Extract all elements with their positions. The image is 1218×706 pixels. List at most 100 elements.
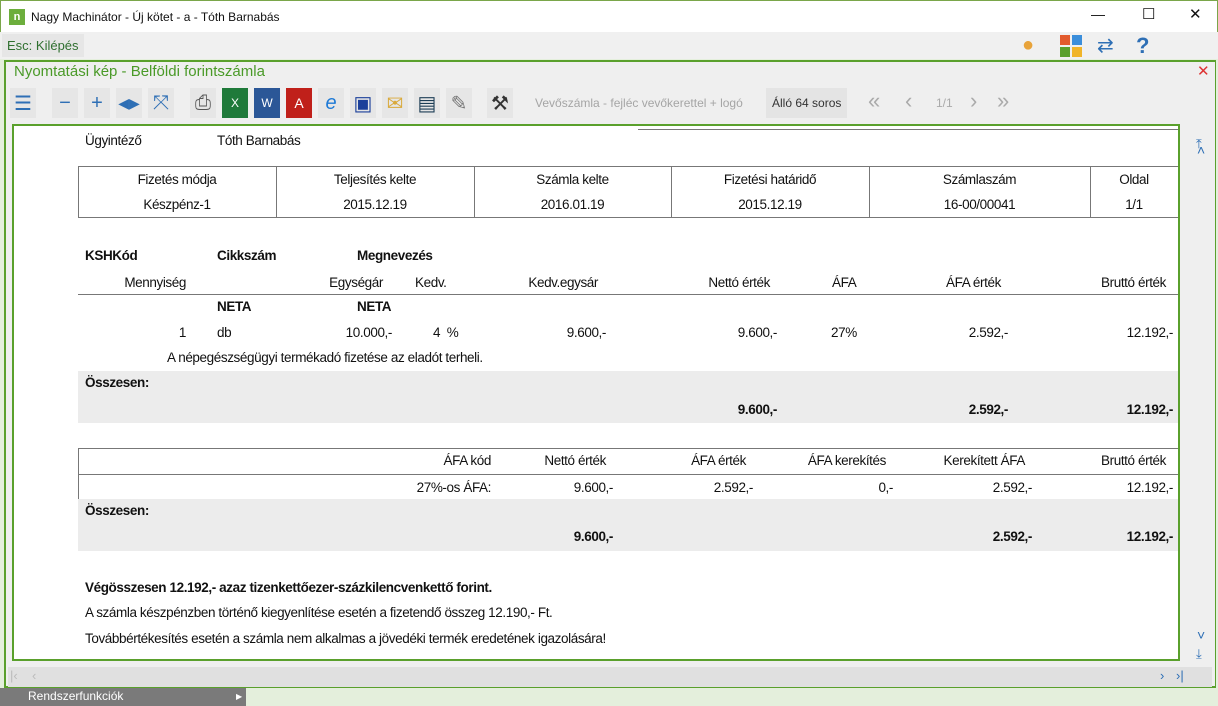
word-icon[interactable]: W bbox=[254, 88, 280, 118]
vat-row-vat: 2.592,- bbox=[713, 480, 754, 495]
vat-row-rounded: 2.592,- bbox=[992, 480, 1033, 495]
col-qty: Mennyiség bbox=[124, 275, 186, 290]
system-functions-menu[interactable]: Rendszerfunkciók ▶ bbox=[0, 688, 246, 706]
invoice-number-value: 16-00/00041 bbox=[943, 197, 1016, 212]
settings-tools-icon[interactable]: ⚒ bbox=[487, 88, 513, 118]
layout-select[interactable]: Álló 64 soros bbox=[766, 88, 848, 118]
menu-icon[interactable]: ☰ bbox=[10, 88, 36, 118]
cash-rounding-note: A számla készpénzben történő kiegyenlíté… bbox=[85, 605, 553, 620]
vat-col-code: ÁFA kód bbox=[443, 453, 492, 468]
item-qty: 1 bbox=[178, 325, 187, 340]
system-functions-label: Rendszerfunkciók bbox=[28, 689, 124, 703]
switch-icon[interactable]: ⇄ bbox=[1097, 33, 1114, 58]
minimize-button[interactable]: — bbox=[1091, 6, 1105, 22]
resale-note: Továbbértékesítés esetén a számla nem al… bbox=[85, 631, 606, 646]
invoice-date-value: 2016.01.19 bbox=[540, 197, 605, 212]
item-vat: 27% bbox=[831, 325, 857, 340]
exit-button[interactable]: Esc: Kilépés bbox=[2, 34, 84, 57]
fit-page-icon[interactable]: ⤧ bbox=[148, 88, 174, 118]
next-page-icon[interactable]: › bbox=[970, 88, 977, 114]
template-select[interactable]: Vevőszámla - fejléc vevőkerettel + logó bbox=[535, 96, 743, 110]
due-date-value: 2015.12.19 bbox=[738, 197, 802, 212]
col-ksh: KSHKód bbox=[85, 248, 138, 263]
invoice-date-label: Számla kelte bbox=[536, 172, 609, 187]
modules-icon[interactable] bbox=[1060, 35, 1082, 57]
due-date-label: Fizetési határidő bbox=[723, 172, 817, 187]
zoom-out-icon[interactable]: − bbox=[52, 88, 78, 118]
items-total-band bbox=[78, 371, 1178, 423]
fulfillment-date-value: 2015.12.19 bbox=[343, 197, 407, 212]
clerk-label: Ügyintéző bbox=[85, 133, 142, 148]
item-sku: NETA bbox=[217, 299, 252, 314]
next-record-icon[interactable]: › bbox=[1160, 668, 1164, 683]
fit-width-icon[interactable]: ◀▶ bbox=[116, 88, 142, 118]
invoice-number-label: Számlaszám bbox=[942, 172, 1017, 187]
printer-icon[interactable]: ⎙ bbox=[190, 88, 216, 118]
prev-page-icon[interactable]: ‹ bbox=[905, 88, 912, 114]
help-icon[interactable]: ? bbox=[1136, 33, 1149, 59]
vat-row-net: 9.600,- bbox=[573, 480, 614, 495]
vat-col-vat: ÁFA érték bbox=[691, 453, 746, 468]
grand-total-text: Végösszesen 12.192,- azaz tizenkettőezer… bbox=[85, 580, 492, 595]
first-record-icon[interactable]: |‹ bbox=[10, 668, 18, 683]
total-gross: 12.192,- bbox=[1126, 402, 1174, 417]
item-discount: 4 % bbox=[433, 325, 459, 340]
col-net: Nettó érték bbox=[708, 275, 770, 290]
col-sku: Cikkszám bbox=[217, 248, 277, 263]
submenu-arrow-icon: ▶ bbox=[236, 692, 243, 701]
archive-icon[interactable]: ▤ bbox=[414, 88, 440, 118]
edit-icon[interactable]: ✎ bbox=[446, 88, 472, 118]
panel-title: Nyomtatási kép - Belföldi forintszámla bbox=[14, 63, 265, 80]
item-unit: db bbox=[217, 325, 232, 340]
last-record-icon[interactable]: ›| bbox=[1176, 668, 1184, 683]
col-gross: Bruttó érték bbox=[1101, 275, 1166, 290]
zoom-in-icon[interactable]: + bbox=[84, 88, 110, 118]
col-vat-value: ÁFA érték bbox=[946, 275, 1001, 290]
esc-bar: Esc: Kilépés ● ⇄ ? bbox=[0, 32, 1218, 59]
bottom-nav-bar bbox=[8, 667, 1212, 687]
total-vat: 2.592,- bbox=[968, 402, 1009, 417]
item-name: NETA bbox=[357, 299, 392, 314]
first-page-icon[interactable]: « bbox=[868, 88, 880, 114]
pdf-icon[interactable]: A bbox=[286, 88, 312, 118]
page-indicator: 1/1 bbox=[936, 96, 953, 110]
col-unit-price: Egységár bbox=[329, 275, 383, 290]
vat-total-rounded: 2.592,- bbox=[992, 529, 1033, 544]
col-discount: Kedv. bbox=[415, 275, 447, 290]
browser-icon[interactable]: e bbox=[318, 88, 344, 118]
email-icon[interactable]: ✉ bbox=[382, 88, 408, 118]
last-page-icon[interactable]: » bbox=[997, 88, 1009, 114]
fulfillment-date-label: Teljesítés kelte bbox=[333, 172, 417, 187]
vat-row-rounding: 0,- bbox=[878, 480, 893, 495]
item-note: A népegészségügyi termékadó fizetése az … bbox=[167, 350, 483, 365]
title-bar: n Nagy Machinátor - Új kötet - a - Tóth … bbox=[0, 0, 1218, 32]
scroll-bottom-icon[interactable]: ⤓ bbox=[1196, 646, 1202, 662]
user-icon[interactable]: ● bbox=[1022, 34, 1034, 57]
clerk-name: Tóth Barnabás bbox=[217, 133, 301, 148]
close-button[interactable]: ✕ bbox=[1189, 5, 1202, 23]
item-discount-price: 9.600,- bbox=[566, 325, 607, 340]
prev-record-icon[interactable]: ‹ bbox=[32, 668, 36, 683]
panel-close-icon[interactable]: ✕ bbox=[1197, 62, 1210, 80]
vat-row-code: 27%-os ÁFA: bbox=[416, 480, 492, 495]
vat-col-gross: Bruttó érték bbox=[1101, 453, 1166, 468]
page-label: Oldal bbox=[1119, 172, 1149, 187]
vat-col-rounding: ÁFA kerekítés bbox=[807, 453, 886, 468]
item-vat-value: 2.592,- bbox=[968, 325, 1009, 340]
col-name: Megnevezés bbox=[357, 248, 433, 263]
vat-col-rounded: Kerekített ÁFA bbox=[943, 453, 1026, 468]
payment-method-value: Készpénz-1 bbox=[143, 197, 211, 212]
col-discount-price: Kedv.egysár bbox=[528, 275, 598, 290]
vat-total-net: 9.600,- bbox=[573, 529, 614, 544]
items-total-label: Összesen: bbox=[85, 375, 149, 390]
scroll-up-icon[interactable]: ˄ bbox=[1197, 142, 1205, 158]
scroll-down-icon[interactable]: ˅ bbox=[1197, 627, 1205, 643]
payment-method-label: Fizetés módja bbox=[137, 172, 217, 187]
app-logo-icon: n bbox=[9, 9, 25, 25]
item-unit-price: 10.000,- bbox=[345, 325, 393, 340]
total-net: 9.600,- bbox=[737, 402, 778, 417]
maximize-button[interactable]: ☐ bbox=[1142, 5, 1155, 23]
page-value: 1/1 bbox=[1125, 197, 1143, 212]
excel-icon[interactable]: X bbox=[222, 88, 248, 118]
monitor-icon[interactable]: ▣ bbox=[350, 88, 376, 118]
